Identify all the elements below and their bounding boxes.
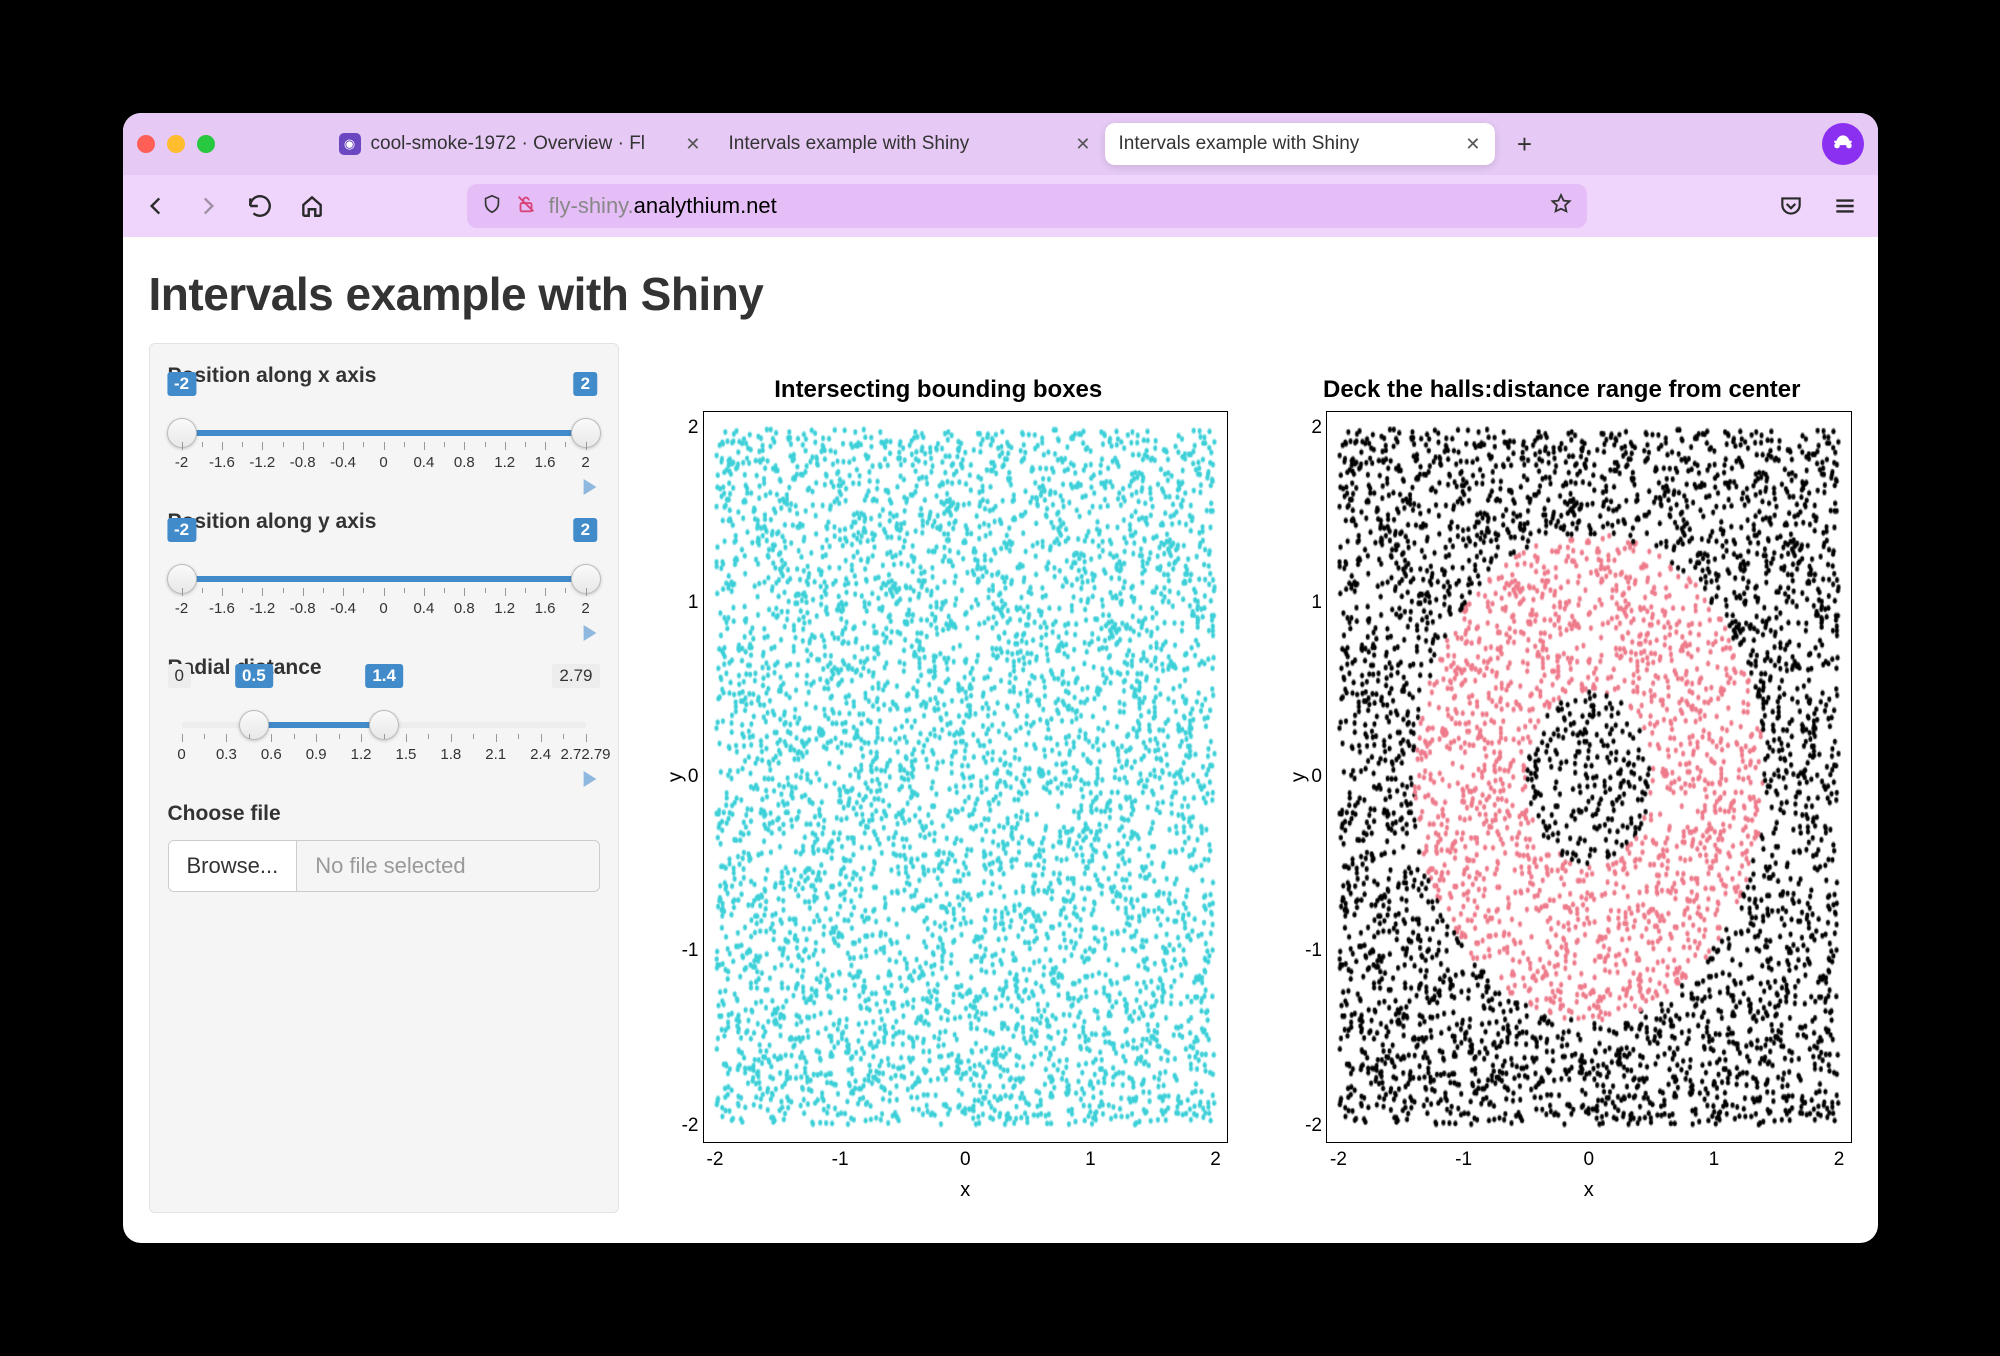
url-text: fly-shiny.analythium.net — [549, 193, 1537, 219]
plots-area: Intersecting bounding boxes y -2-1012 -2… — [649, 343, 1852, 1213]
shield-icon[interactable] — [481, 193, 503, 220]
slider-label: Position along y axis — [168, 510, 600, 534]
play-icon[interactable] — [582, 625, 598, 646]
browser-tab-1[interactable]: Intervals example with Shiny ✕ — [715, 123, 1105, 165]
slider-value-low: 0.5 — [235, 664, 273, 688]
slider-value-high: 2 — [574, 372, 597, 396]
browser-toolbar: fly-shiny.analythium.net — [123, 175, 1878, 237]
window-controls — [137, 135, 215, 153]
back-button[interactable] — [139, 189, 173, 223]
browser-tab-2[interactable]: Intervals example with Shiny ✕ — [1105, 123, 1495, 165]
slider-value-high: 1.4 — [365, 664, 403, 688]
bookmark-star-icon[interactable] — [1549, 192, 1573, 221]
minimize-window-button[interactable] — [167, 135, 185, 153]
new-tab-button[interactable]: + — [1503, 129, 1547, 160]
y-axis-label: y — [1288, 772, 1311, 782]
x-axis-label: x — [703, 1179, 1229, 1202]
page-content: Intervals example with Shiny Position al… — [123, 237, 1878, 1243]
close-tab-icon[interactable]: ✕ — [685, 134, 700, 155]
y-slider-control: Position along y axis -22-2-1.6-1.2-0.8-… — [168, 510, 600, 622]
page-title: Intervals example with Shiny — [149, 267, 1852, 321]
tab-title: Intervals example with Shiny — [729, 133, 1066, 155]
scatter-canvas — [703, 411, 1229, 1143]
scatter-canvas — [1326, 411, 1852, 1143]
tab-strip: ◉ cool-smoke-1972 · Overview · Fl ✕ Inte… — [123, 113, 1878, 175]
reload-button[interactable] — [243, 189, 277, 223]
play-icon[interactable] — [582, 479, 598, 500]
y-slider[interactable]: -22-2-1.6-1.2-0.8-0.400.40.81.21.62 — [168, 548, 600, 622]
slider-value-low: -2 — [167, 518, 196, 542]
tab-title: Intervals example with Shiny — [1119, 133, 1456, 155]
sidebar-panel: Position along x axis -22-2-1.6-1.2-0.8-… — [149, 343, 619, 1213]
y-axis-label: y — [664, 772, 687, 782]
slider-label: Position along x axis — [168, 364, 600, 388]
url-bar[interactable]: fly-shiny.analythium.net — [467, 184, 1587, 228]
plot-left: Intersecting bounding boxes y -2-1012 -2… — [649, 343, 1229, 1213]
x-axis-label: x — [1326, 1179, 1852, 1202]
close-tab-icon[interactable]: ✕ — [1075, 134, 1090, 155]
plot-title: Intersecting bounding boxes — [649, 343, 1229, 405]
x-slider-control: Position along x axis -22-2-1.6-1.2-0.8-… — [168, 364, 600, 476]
slider-value-low: -2 — [167, 372, 196, 396]
insecure-lock-icon[interactable] — [515, 193, 537, 220]
file-input-control: Choose file Browse... No file selected — [168, 802, 600, 892]
home-button[interactable] — [295, 189, 329, 223]
browse-button[interactable]: Browse... — [169, 841, 298, 891]
r-slider-control: Radial distance 02.790.51.400.30.60.91.2… — [168, 656, 600, 768]
browser-tab-0[interactable]: ◉ cool-smoke-1972 · Overview · Fl ✕ — [325, 123, 715, 165]
tab-title: cool-smoke-1972 · Overview · Fl — [371, 133, 676, 155]
x-slider[interactable]: -22-2-1.6-1.2-0.8-0.400.40.81.21.62 — [168, 402, 600, 476]
menu-icon[interactable] — [1828, 189, 1862, 223]
close-window-button[interactable] — [137, 135, 155, 153]
browser-window: ◉ cool-smoke-1972 · Overview · Fl ✕ Inte… — [123, 113, 1878, 1243]
slider-value-high: 2 — [574, 518, 597, 542]
maximize-window-button[interactable] — [197, 135, 215, 153]
balloon-icon: ◉ — [339, 133, 361, 155]
close-tab-icon[interactable]: ✕ — [1465, 134, 1480, 155]
incognito-icon[interactable] — [1822, 123, 1864, 165]
pocket-icon[interactable] — [1774, 189, 1808, 223]
file-label: Choose file — [168, 802, 600, 826]
play-icon[interactable] — [582, 771, 598, 792]
forward-button[interactable] — [191, 189, 225, 223]
r-slider[interactable]: 02.790.51.400.30.60.91.21.51.82.12.42.72… — [168, 694, 600, 768]
file-status: No file selected — [297, 841, 598, 891]
plot-title: Deck the halls:distance range from cente… — [1272, 343, 1852, 405]
plot-right: Deck the halls:distance range from cente… — [1272, 343, 1852, 1213]
file-input[interactable]: Browse... No file selected — [168, 840, 600, 892]
